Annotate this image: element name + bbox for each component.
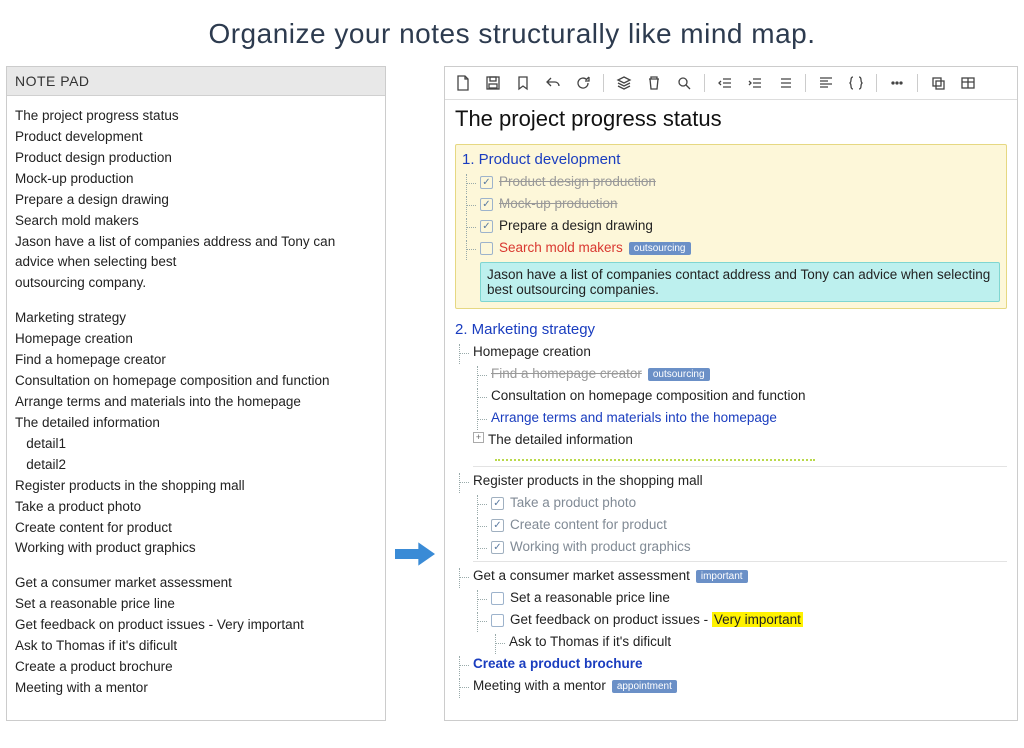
notepad-line[interactable]: Find a homepage creator — [15, 350, 377, 371]
checkbox[interactable] — [491, 592, 504, 605]
notepad-line[interactable]: Create a product brochure — [15, 657, 377, 678]
item-label[interactable]: Create a product brochure — [473, 656, 1007, 671]
notepad-line[interactable]: detail1 — [15, 434, 377, 455]
notepad-line[interactable]: Create content for product — [15, 518, 377, 539]
tag-outsourcing[interactable]: outsourcing — [629, 242, 691, 255]
checkbox[interactable] — [491, 497, 504, 510]
checkbox[interactable] — [480, 176, 493, 189]
collapsed-indicator — [495, 457, 815, 461]
item-label[interactable]: Product design production — [499, 174, 1000, 189]
item-label[interactable]: Consultation on homepage composition and… — [491, 388, 1007, 403]
notepad-title: NOTE PAD — [7, 67, 385, 96]
checkbox[interactable] — [491, 541, 504, 554]
divider — [473, 466, 1007, 467]
note-box[interactable]: Jason have a list of companies contact a… — [480, 262, 1000, 302]
notepad-line[interactable]: Register products in the shopping mall — [15, 476, 377, 497]
new-icon[interactable] — [449, 71, 477, 95]
section-header[interactable]: 2. Marketing strategy — [455, 319, 1007, 342]
bookmark-icon[interactable] — [509, 71, 537, 95]
notepad-line[interactable]: Prepare a design drawing — [15, 190, 377, 211]
toolbar — [445, 67, 1017, 100]
undo-icon[interactable] — [539, 71, 567, 95]
notepad-line[interactable]: Arrange terms and materials into the hom… — [15, 392, 377, 413]
item-label[interactable]: The detailed information — [488, 432, 1007, 447]
divider — [473, 561, 1007, 562]
table-icon[interactable] — [954, 71, 982, 95]
notepad-panel: NOTE PAD The project progress statusProd… — [6, 66, 386, 721]
item-label[interactable]: Get a consumer market assessmentimportan… — [473, 568, 1007, 583]
notepad-line[interactable]: Mock-up production — [15, 169, 377, 190]
item-label[interactable]: Get feedback on product issues - Very im… — [510, 612, 1007, 627]
item-label[interactable]: Ask to Thomas if it's dificult — [509, 634, 1007, 649]
notepad-line[interactable]: Working with product graphics — [15, 538, 377, 559]
notepad-line[interactable]: The project progress status — [15, 106, 377, 127]
tag-outsourcing[interactable]: outsourcing — [648, 368, 710, 381]
section-marketing-strategy[interactable]: 2. Marketing strategy Homepage creation … — [455, 319, 1007, 698]
save-icon[interactable] — [479, 71, 507, 95]
item-label[interactable]: Take a product photo — [510, 495, 1007, 510]
toolbar-separator — [704, 74, 705, 92]
item-label[interactable]: Working with product graphics — [510, 539, 1007, 554]
notepad-line[interactable]: Set a reasonable price line — [15, 594, 377, 615]
item-label[interactable]: Find a homepage creatoroutsourcing — [491, 366, 1007, 381]
notepad-line[interactable]: Product design production — [15, 148, 377, 169]
align-left-icon[interactable] — [812, 71, 840, 95]
outline-panel: The project progress status 1. Product d… — [444, 66, 1018, 721]
copy-icon[interactable] — [924, 71, 952, 95]
toolbar-separator — [805, 74, 806, 92]
checkbox[interactable] — [480, 198, 493, 211]
item-label[interactable]: Prepare a design drawing — [499, 218, 1000, 233]
checkbox[interactable] — [491, 519, 504, 532]
notepad-line[interactable]: Jason have a list of companies address a… — [15, 232, 377, 274]
item-label[interactable]: Register products in the shopping mall — [473, 473, 1007, 488]
toolbar-separator — [603, 74, 604, 92]
notepad-body[interactable]: The project progress statusProduct devel… — [7, 96, 385, 713]
notepad-line[interactable]: Product development — [15, 127, 377, 148]
outline-tree: 1. Product development Product design pr… — [445, 140, 1017, 720]
tag-appointment[interactable]: appointment — [612, 680, 677, 693]
indent-icon[interactable] — [741, 71, 769, 95]
main-layout: NOTE PAD The project progress statusProd… — [0, 66, 1024, 721]
notepad-line[interactable]: The detailed information — [15, 413, 377, 434]
item-label[interactable]: Create content for product — [510, 517, 1007, 532]
arrow-icon — [394, 66, 436, 721]
more-icon[interactable] — [883, 71, 911, 95]
checkbox[interactable] — [491, 614, 504, 627]
outdent-icon[interactable] — [711, 71, 739, 95]
notepad-line[interactable]: Search mold makers — [15, 211, 377, 232]
page-headline: Organize your notes structurally like mi… — [0, 0, 1024, 66]
item-label[interactable]: Set a reasonable price line — [510, 590, 1007, 605]
checkbox[interactable] — [480, 242, 493, 255]
list-icon[interactable] — [771, 71, 799, 95]
outline-title[interactable]: The project progress status — [445, 100, 1017, 140]
checkbox[interactable] — [480, 220, 493, 233]
toolbar-separator — [917, 74, 918, 92]
notepad-line[interactable]: Marketing strategy — [15, 308, 377, 329]
notepad-line[interactable]: Meeting with a mentor — [15, 678, 377, 699]
notepad-line[interactable]: Get feedback on product issues - Very im… — [15, 615, 377, 636]
layers-icon[interactable] — [610, 71, 638, 95]
braces-icon[interactable] — [842, 71, 870, 95]
notepad-line[interactable]: Consultation on homepage composition and… — [15, 371, 377, 392]
notepad-line[interactable]: Ask to Thomas if it's dificult — [15, 636, 377, 657]
item-label[interactable]: Meeting with a mentorappointment — [473, 678, 1007, 693]
notepad-line[interactable]: detail2 — [15, 455, 377, 476]
item-label[interactable]: Mock-up production — [499, 196, 1000, 211]
notepad-line[interactable]: outsourcing company. — [15, 273, 377, 294]
refresh-icon[interactable] — [569, 71, 597, 95]
notepad-line[interactable]: Homepage creation — [15, 329, 377, 350]
search-icon[interactable] — [670, 71, 698, 95]
expand-icon[interactable]: + — [473, 432, 484, 443]
notepad-line[interactable]: Get a consumer market assessment — [15, 573, 377, 594]
item-label[interactable]: Search mold makersoutsourcing — [499, 240, 1000, 255]
item-label[interactable]: Homepage creation — [473, 344, 1007, 359]
toolbar-separator — [876, 74, 877, 92]
section-product-development[interactable]: 1. Product development Product design pr… — [455, 144, 1007, 309]
highlight: Very important — [712, 612, 803, 627]
trash-icon[interactable] — [640, 71, 668, 95]
notepad-line[interactable]: Take a product photo — [15, 497, 377, 518]
tag-important[interactable]: important — [696, 570, 748, 583]
section-header[interactable]: 1. Product development — [462, 149, 1000, 172]
item-label[interactable]: Arrange terms and materials into the hom… — [491, 410, 1007, 425]
